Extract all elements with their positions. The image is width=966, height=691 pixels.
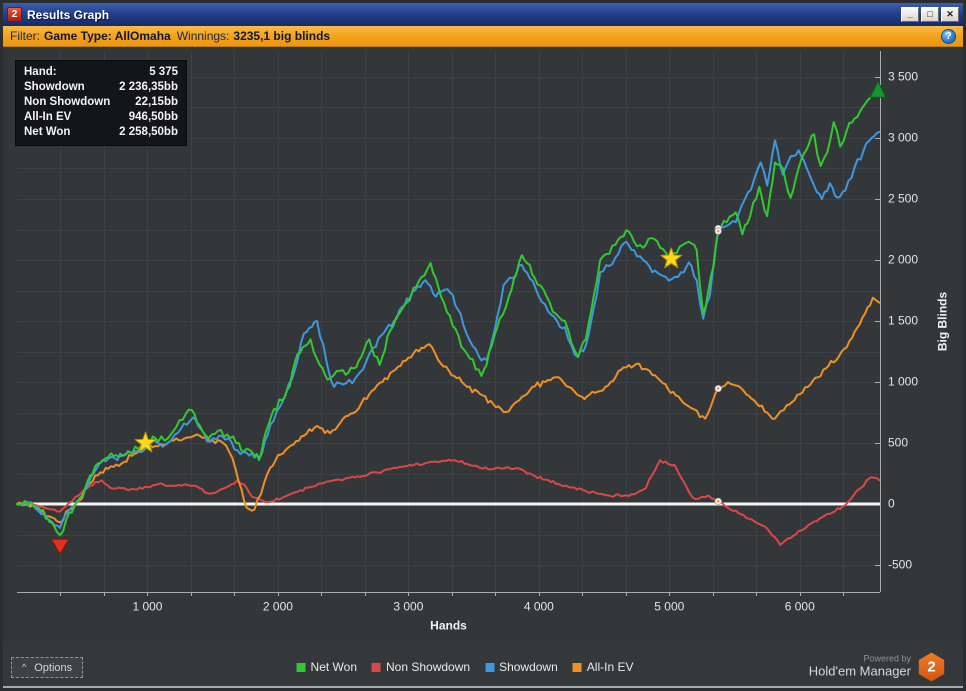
info-row-allin-ev: All-In EV 946,50bb xyxy=(24,111,178,123)
filter-winnings-label: Winnings: xyxy=(176,29,230,43)
options-button[interactable]: ^ Options xyxy=(11,657,84,678)
minimize-button[interactable]: _ xyxy=(901,7,919,22)
legend-item-net-won[interactable]: Net Won xyxy=(296,660,357,674)
filter-game-type: Game Type: AllOmaha xyxy=(44,29,171,43)
titlebar[interactable]: 2 Results Graph _ □ ✕ xyxy=(3,3,963,26)
non-showdown-swatch-icon xyxy=(372,662,381,672)
window-bottom-edge xyxy=(3,686,963,688)
info-row-non-showdown: Non Showdown 22,15bb xyxy=(24,96,178,108)
legend-item-allin-ev[interactable]: All-In EV xyxy=(572,660,633,674)
close-button[interactable]: ✕ xyxy=(941,7,959,22)
hm2-app-icon: 2 xyxy=(7,7,22,22)
allin-ev-swatch-icon xyxy=(572,662,582,672)
filter-winnings-value: 3235,1 big blinds xyxy=(233,29,331,43)
legend-item-showdown[interactable]: Showdown xyxy=(485,660,558,674)
filter-bar: Filter: Game Type: AllOmaha Winnings: 32… xyxy=(3,26,963,47)
bottom-bar: ^ Options Net Won Non Showdown Showdown … xyxy=(3,646,963,688)
showdown-swatch-icon xyxy=(485,662,495,672)
brand-name: Hold'em Manager xyxy=(808,663,911,679)
holdem-manager-branding: Powered by Hold'em Manager 2 xyxy=(808,652,945,682)
legend-item-non-showdown[interactable]: Non Showdown xyxy=(372,660,470,674)
info-row-hand: Hand: 5 375 xyxy=(24,66,178,78)
hm2-logo-icon: 2 xyxy=(918,652,945,682)
chevron-up-icon: ^ xyxy=(22,662,27,672)
maximize-button[interactable]: □ xyxy=(921,7,939,22)
filter-prefix: Filter: xyxy=(10,29,40,43)
window-controls: _ □ ✕ xyxy=(901,7,959,22)
info-panel: Hand: 5 375 Showdown 2 236,35bb Non Show… xyxy=(15,60,187,146)
info-row-showdown: Showdown 2 236,35bb xyxy=(24,81,178,93)
chart-area: Hand: 5 375 Showdown 2 236,35bb Non Show… xyxy=(3,47,963,646)
net-won-swatch-icon xyxy=(296,662,306,672)
results-graph-window: 2 Results Graph _ □ ✕ Filter: Game Type:… xyxy=(0,0,966,691)
window-title: Results Graph xyxy=(27,7,110,22)
chart-legend: Net Won Non Showdown Showdown All-In EV xyxy=(296,646,633,688)
help-icon[interactable]: ? xyxy=(941,28,956,44)
info-row-net-won: Net Won 2 258,50bb xyxy=(24,126,178,138)
